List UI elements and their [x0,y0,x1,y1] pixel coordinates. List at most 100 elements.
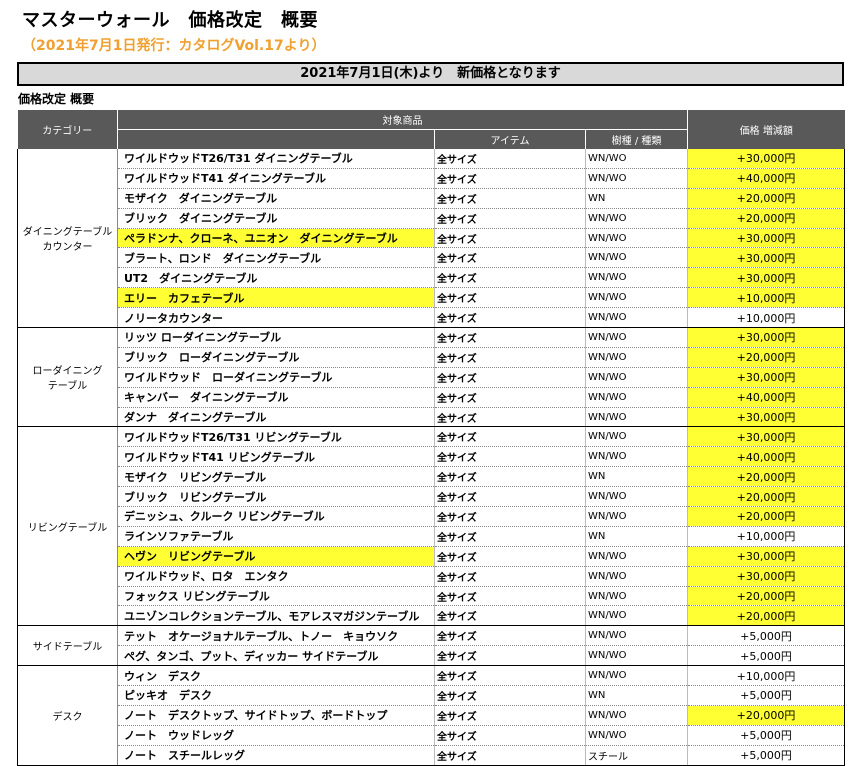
table-row: ユニゾンコレクションテーブル、モアレスマガジンテーブル 全サイズ WN/WO +20,… [18,605,846,627]
table-row: ヘヴン リビングテーブル 全サイズ WN/WO +30,000円 [18,546,846,567]
product-name-cell: ワイルドウッドT26/T31 リビングテーブル [117,426,435,448]
table-row: ブリック ローダイニングテーブル 全サイズ WN/WO +20,000円 [18,347,846,368]
price-change-cell: +10,000円 [687,287,846,309]
product-name-cell: リッツ ローダイニングテーブル [117,327,435,348]
price-change-cell: +30,000円 [687,426,846,448]
product-name-cell: ダンナ ダイニングテーブル [117,407,435,428]
product-name-cell: テット オケージョナルテーブル、トノー キョウソク [117,625,435,647]
product-name-cell: ブラート、ロンド ダイニングテーブル [117,247,435,269]
wood-type-cell: WN/WO [585,426,689,448]
item-size-cell: 全サイズ [434,705,586,726]
product-name-cell: ウィン デスク [117,665,435,687]
wood-type-cell: WN [585,685,689,706]
price-change-cell: +20,000円 [687,506,846,527]
price-change-cell: +40,000円 [687,168,846,189]
header-category: カテゴリー [17,110,118,149]
price-change-cell: +30,000円 [687,566,846,587]
wood-type-cell: WN [585,526,689,547]
table-row: デニッシュ、クルーク リビングテーブル 全サイズ WN/WO +20,000円 [18,506,846,527]
section-title: 価格改定 概要 [18,92,95,106]
item-size-cell: 全サイズ [434,407,586,428]
price-change-cell: +20,000円 [687,486,846,508]
product-name-cell: ブリック ローダイニングテーブル [117,347,435,368]
wood-type-cell: WN/WO [585,347,689,368]
wood-type-cell: WN [585,188,689,209]
table-row: ローダイニング テーブル リッツ ローダイニングテーブル 全サイズ WN/WO +30,0… [17,327,846,428]
wood-type-cell: WN/WO [585,625,689,647]
wood-type-cell: WN/WO [585,228,689,249]
price-change-cell: +5,000円 [687,645,846,667]
wood-type-cell: WN/WO [585,208,689,229]
product-name-cell: フォックス リビングテーブル [117,586,435,607]
table-body: ダイニングテーブル カウンター ワイルドウッドT26/T31 ダイニングテーブル 全サ… [17,149,846,766]
item-size-cell: 全サイズ [434,367,586,388]
table-row: ピッキオ デスク 全サイズ WN +5,000円 [18,685,846,706]
effective-date-banner: 2021年7月1日(木)より 新価格となります [17,62,844,86]
wood-type-cell: WN/WO [585,665,689,687]
price-change-cell: +40,000円 [687,387,846,408]
header-name-blank [117,129,435,149]
category-cell: デスク [17,665,118,766]
item-size-cell: 全サイズ [434,745,586,766]
table-row: ダンナ ダイニングテーブル 全サイズ WN/WO +30,000円 [18,407,846,428]
product-name-cell: UT2 ダイニングテーブル [117,267,435,289]
wood-type-cell: WN/WO [585,566,689,587]
item-size-cell: 全サイズ [434,307,586,329]
category-cell: ダイニングテーブル カウンター [17,149,118,329]
wood-type-cell: WN/WO [585,307,689,329]
table-row: ラインソファテーブル 全サイズ WN +10,000円 [18,526,846,547]
item-size-cell: 全サイズ [434,188,586,209]
price-change-cell: +20,000円 [687,586,846,607]
table-row: ペグ、タンゴ、プット、ディッカー サイドテーブル 全サイズ WN/WO +5,000円 [18,645,846,667]
item-size-cell: 全サイズ [434,685,586,706]
table-row: ノート デスクトップ、サイドトップ、ボードトップ 全サイズ WN/WO +20,000… [18,705,846,726]
price-change-cell: +20,000円 [687,466,846,488]
item-size-cell: 全サイズ [434,168,586,189]
table-row: ノート スチールレッグ 全サイズ スチール +5,000円 [18,745,846,766]
price-change-cell: +30,000円 [687,247,846,269]
table-row: モザイク ダイニングテーブル 全サイズ WN +20,000円 [18,188,846,209]
product-name-cell: ワイルドウッド、ロタ エンタク [117,566,435,587]
product-name-cell: エリー カフェテーブル [117,287,435,309]
wood-type-cell: WN/WO [585,149,689,169]
item-size-cell: 全サイズ [434,247,586,269]
wood-type-cell: WN/WO [585,287,689,309]
product-name-cell: ペラドンナ、クローネ、ユニオン ダイニングテーブル [117,228,435,249]
table-row: ペラドンナ、クローネ、ユニオン ダイニングテーブル 全サイズ WN/WO +30,00… [18,228,846,249]
table-row: モザイク リビングテーブル 全サイズ WN +20,000円 [18,466,846,488]
price-change-cell: +20,000円 [687,605,846,627]
item-size-cell: 全サイズ [434,267,586,289]
wood-type-cell: WN/WO [585,506,689,527]
product-name-cell: ピッキオ デスク [117,685,435,706]
product-name-cell: ノート デスクトップ、サイドトップ、ボードトップ [117,705,435,726]
table-row: ブラート、ロンド ダイニングテーブル 全サイズ WN/WO +30,000円 [18,247,846,269]
product-name-cell: ペグ、タンゴ、プット、ディッカー サイドテーブル [117,645,435,667]
product-name-cell: ノート ウッドレッグ [117,725,435,746]
header-wood: 樹種 / 種類 [585,129,689,149]
page-title: マスターウォール 価格改定 概要 [22,10,318,31]
category-cell: サイドテーブル [17,625,118,667]
price-change-cell: +20,000円 [687,347,846,368]
item-size-cell: 全サイズ [434,546,586,567]
product-name-cell: ノート スチールレッグ [117,745,435,766]
table-row: サイドテーブル テット オケージョナルテーブル、トノー キョウソク 全サイズ WN/W… [17,625,846,667]
item-size-cell: 全サイズ [434,228,586,249]
price-change-cell: +30,000円 [687,149,846,169]
item-size-cell: 全サイズ [434,625,586,647]
wood-type-cell: スチール [585,745,689,766]
wood-type-cell: WN/WO [585,486,689,508]
price-change-cell: +10,000円 [687,526,846,547]
table-row: フォックス リビングテーブル 全サイズ WN/WO +20,000円 [18,586,846,607]
wood-type-cell: WN/WO [585,725,689,746]
wood-type-cell: WN/WO [585,586,689,607]
price-change-cell: +30,000円 [687,546,846,567]
item-size-cell: 全サイズ [434,149,586,169]
wood-type-cell: WN/WO [585,168,689,189]
table-row: ノリータカウンター 全サイズ WN/WO +10,000円 [18,307,846,329]
item-size-cell: 全サイズ [434,208,586,229]
product-name-cell: ワイルドウッド ローダイニングテーブル [117,367,435,388]
table-row: ダイニングテーブル カウンター ワイルドウッドT26/T31 ダイニングテーブル 全サ… [17,149,846,329]
price-change-cell: +5,000円 [687,745,846,766]
wood-type-cell: WN/WO [585,705,689,726]
category-cell: リビングテーブル [17,426,118,627]
